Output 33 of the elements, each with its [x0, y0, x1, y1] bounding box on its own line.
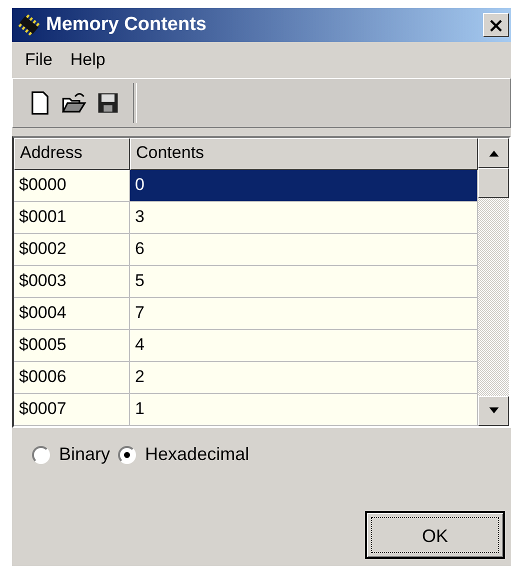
- table-cell: $0003: [14, 266, 130, 298]
- radio-option[interactable]: Hexadecimal: [118, 444, 250, 465]
- table-cell[interactable]: 7: [130, 298, 478, 330]
- down-arrow-icon: [488, 407, 500, 415]
- ok-button[interactable]: OK: [365, 511, 505, 559]
- scroll-down-button[interactable]: [478, 396, 509, 426]
- close-button[interactable]: ×: [483, 13, 509, 37]
- table-cell[interactable]: 0: [130, 170, 478, 202]
- radio-button[interactable]: [32, 446, 50, 464]
- menu-item[interactable]: File: [16, 48, 62, 72]
- table-cell: $0001: [14, 202, 130, 234]
- scroll-thumb[interactable]: [478, 168, 509, 198]
- table-cell[interactable]: 4: [130, 330, 478, 362]
- menu-item[interactable]: Help: [61, 48, 114, 72]
- table-cell[interactable]: 3: [130, 202, 478, 234]
- table-cell[interactable]: 1: [130, 394, 478, 426]
- table-cell: $0004: [14, 298, 130, 330]
- table-cell: $0005: [14, 330, 130, 362]
- radio-option[interactable]: Binary: [32, 444, 110, 465]
- window-title: Memory Contents: [46, 14, 208, 36]
- scroll-up-button[interactable]: [478, 138, 509, 168]
- column-header[interactable]: Contents: [130, 138, 478, 170]
- column-header[interactable]: Address: [14, 138, 130, 170]
- table-cell[interactable]: 6: [130, 234, 478, 266]
- table-cell: $0007: [14, 394, 130, 426]
- radio-button[interactable]: [118, 446, 136, 464]
- scrollbar[interactable]: [478, 138, 509, 426]
- up-arrow-icon: [488, 149, 500, 157]
- chip-icon: [16, 12, 42, 38]
- table-cell: $0002: [14, 234, 130, 266]
- table-cell[interactable]: 5: [130, 266, 478, 298]
- table-cell[interactable]: 2: [130, 362, 478, 394]
- table-cell: $0006: [14, 362, 130, 394]
